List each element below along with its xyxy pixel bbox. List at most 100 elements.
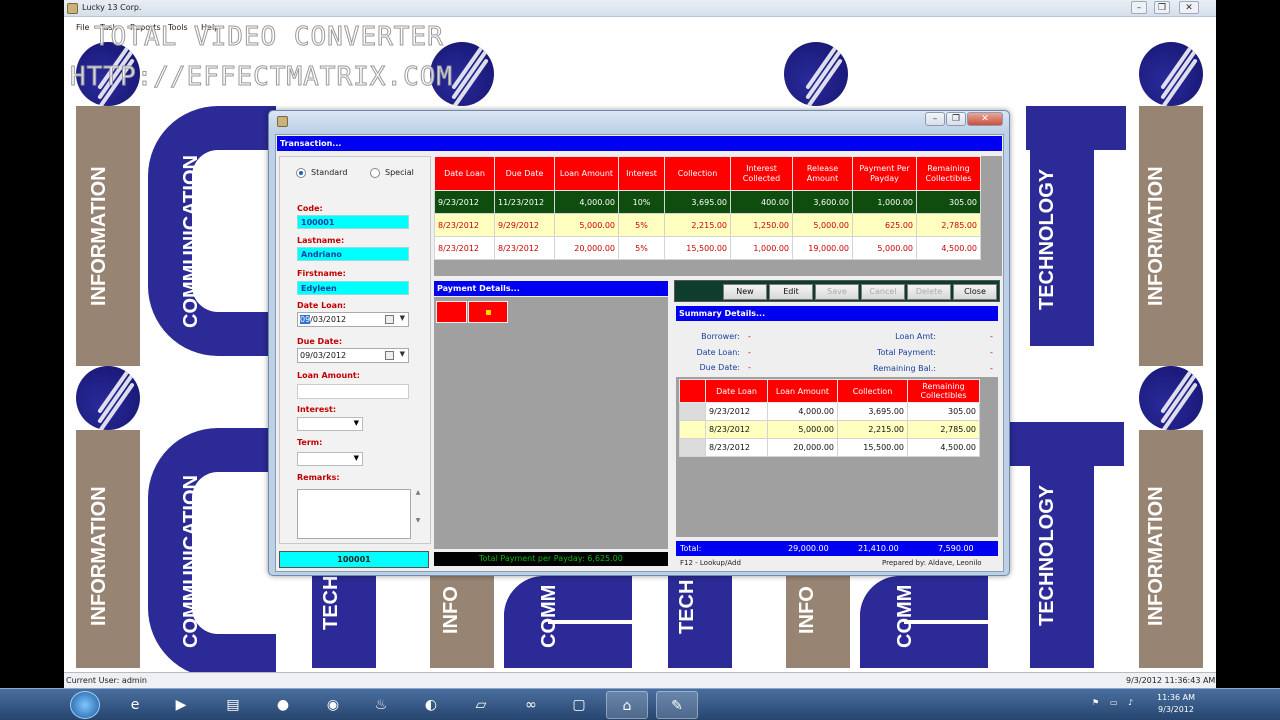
cell: 8/23/2012 — [705, 420, 768, 439]
date-loan-picker[interactable]: 09/03/2012 ▼ — [297, 312, 409, 327]
cell: 9/29/2012 — [494, 213, 555, 237]
start-button[interactable] — [70, 691, 100, 719]
dialog-minimize-icon[interactable]: – — [925, 112, 945, 126]
bg-band: INFORMATION — [1139, 430, 1203, 668]
bg-letter-c — [504, 576, 632, 668]
dialog-maximize-icon[interactable]: ❐ — [946, 112, 966, 126]
network-icon[interactable]: ⌂ — [606, 691, 648, 719]
col-payment-per-payday[interactable]: Payment Per Payday — [852, 156, 917, 191]
loan-entry-panel: Standard Special Code: 100001 Lastname: … — [279, 156, 431, 544]
clock-date: 9/3/2012 — [1158, 705, 1194, 714]
col-date-loan[interactable]: Date Loan — [434, 156, 495, 191]
totals-label: Total: — [680, 544, 702, 553]
col-due-date[interactable]: Due Date — [494, 156, 555, 191]
media-player-icon[interactable]: ▶ — [160, 691, 202, 719]
standard-radio[interactable] — [296, 168, 306, 178]
infinity-icon[interactable]: ∞ — [510, 691, 552, 719]
close-button[interactable]: Close — [953, 284, 997, 300]
firstname-field[interactable]: Edyleen — [297, 281, 409, 295]
table-row[interactable]: 9/23/2012 4,000.00 3,695.00 305.00 — [679, 402, 980, 421]
cell: 10% — [618, 190, 665, 214]
col-remaining-collectibles[interactable]: Remaining Collectibles — [916, 156, 981, 191]
remarks-scrollbar[interactable]: ▲ ▼ — [413, 489, 423, 539]
date-loan-label: Date Loan: — [297, 301, 346, 310]
burn-icon[interactable]: ♨ — [360, 691, 402, 719]
due-date-picker[interactable]: 09/03/2012 ▼ — [297, 348, 409, 363]
ie-icon[interactable]: e — [114, 691, 156, 719]
col-interest[interactable]: Interest — [618, 156, 665, 191]
cell: 305.00 — [907, 402, 980, 421]
cell: 4,000.00 — [767, 402, 838, 421]
col-release-amount[interactable]: Release Amount — [792, 156, 853, 191]
new-button[interactable]: New — [723, 284, 767, 300]
table-row[interactable]: 8/23/2012 9/29/2012 5,000.00 5% 2,215.00… — [434, 213, 981, 237]
window-icon[interactable]: ▢ — [558, 691, 600, 719]
watermark-url: HTTP://EFFECTMATRIX.COM — [69, 62, 454, 93]
cancel-button[interactable]: Cancel — [861, 284, 905, 300]
loan-amount-input[interactable] — [297, 384, 409, 399]
bg-letter-t — [1004, 422, 1124, 466]
calendar-icon[interactable] — [385, 351, 394, 360]
chevron-down-icon[interactable]: ▼ — [400, 314, 405, 322]
maximize-icon[interactable]: ❐ — [1154, 1, 1170, 14]
summary-date-loan-value: - — [748, 348, 751, 357]
remarks-textarea[interactable] — [297, 489, 411, 539]
volume-icon[interactable]: ♪ — [1128, 698, 1133, 707]
dialog-close-icon[interactable]: ✕ — [967, 112, 1003, 126]
loans-grid: Date Loan Due Date Loan Amount Interest … — [434, 156, 1002, 276]
col-collection[interactable]: Collection — [664, 156, 731, 191]
calendar-icon[interactable] — [385, 315, 394, 324]
chrome-icon[interactable]: ◉ — [312, 691, 354, 719]
term-select[interactable]: ▼ — [297, 452, 363, 466]
table-row[interactable]: 9/23/2012 11/23/2012 4,000.00 10% 3,695.… — [434, 190, 981, 214]
cell: 2,215.00 — [664, 213, 731, 237]
code-field[interactable]: 100001 — [297, 215, 409, 229]
sum-col-loan-amount[interactable]: Loan Amount — [767, 379, 838, 403]
menu-file[interactable]: File — [76, 23, 89, 32]
cell: 8/23/2012 — [434, 236, 495, 260]
lastname-label: Lastname: — [297, 236, 345, 245]
cell: 5,000.00 — [852, 236, 917, 260]
app-icon[interactable]: ◐ — [410, 691, 452, 719]
close-icon[interactable]: ✕ — [1179, 1, 1199, 14]
desktop-screen: Lucky 13 Corp. – ❐ ✕ File Task Reports T… — [0, 0, 1280, 720]
cell: 1,000.00 — [730, 236, 793, 260]
payment-details-header: Payment Details... — [434, 281, 668, 296]
totals-remaining: 7,590.00 — [938, 544, 974, 553]
lastname-field[interactable]: Andriano — [297, 247, 409, 261]
lucky13-icon[interactable]: ✎ — [656, 691, 698, 719]
letterbox-left — [0, 0, 64, 688]
totals-bar: Total: 29,000.00 21,410.00 7,590.00 — [676, 541, 998, 556]
sum-col-date-loan[interactable]: Date Loan — [705, 379, 768, 403]
delete-button[interactable]: Delete — [907, 284, 951, 300]
payment-cell-marker[interactable] — [468, 301, 508, 323]
sum-col-remaining[interactable]: Remaining Collectibles — [907, 379, 980, 403]
network-tray-icon[interactable]: ▭ — [1110, 698, 1118, 707]
payment-row-header[interactable] — [436, 301, 467, 323]
notepad-icon[interactable]: ▱ — [460, 691, 502, 719]
special-radio[interactable] — [370, 168, 380, 178]
col-loan-amount[interactable]: Loan Amount — [554, 156, 619, 191]
cell: 5,000.00 — [792, 213, 853, 237]
interest-select[interactable]: ▼ — [297, 417, 363, 431]
code-display-bar: 100001 — [279, 551, 429, 568]
sum-col-collection[interactable]: Collection — [837, 379, 908, 403]
table-row[interactable]: 8/23/2012 20,000.00 15,500.00 4,500.00 — [679, 438, 980, 457]
cell: 2,215.00 — [837, 420, 908, 439]
table-row[interactable]: 8/23/2012 8/23/2012 20,000.00 5% 15,500.… — [434, 236, 981, 260]
total-payment-label: Total Payment: — [877, 348, 936, 357]
transaction-dialog: – ❐ ✕ Transaction... Standard Special Co… — [268, 110, 1010, 576]
minimize-icon[interactable]: – — [1131, 1, 1147, 14]
explorer-icon[interactable]: ▤ — [212, 691, 254, 719]
save-button[interactable]: Save — [815, 284, 859, 300]
col-interest-collected[interactable]: Interest Collected — [730, 156, 793, 191]
table-row[interactable]: 8/23/2012 5,000.00 2,215.00 2,785.00 — [679, 420, 980, 439]
chevron-down-icon[interactable]: ▼ — [400, 350, 405, 358]
clock[interactable]: 11:36 AM 9/3/2012 — [1150, 692, 1202, 716]
bg-band: INFORMATION — [76, 430, 140, 668]
cell: 5% — [618, 236, 665, 260]
firefox-icon[interactable]: ● — [262, 691, 304, 719]
edit-button[interactable]: Edit — [769, 284, 813, 300]
bg-letter-c — [148, 106, 276, 356]
flag-icon[interactable]: ⚑ — [1092, 698, 1099, 707]
